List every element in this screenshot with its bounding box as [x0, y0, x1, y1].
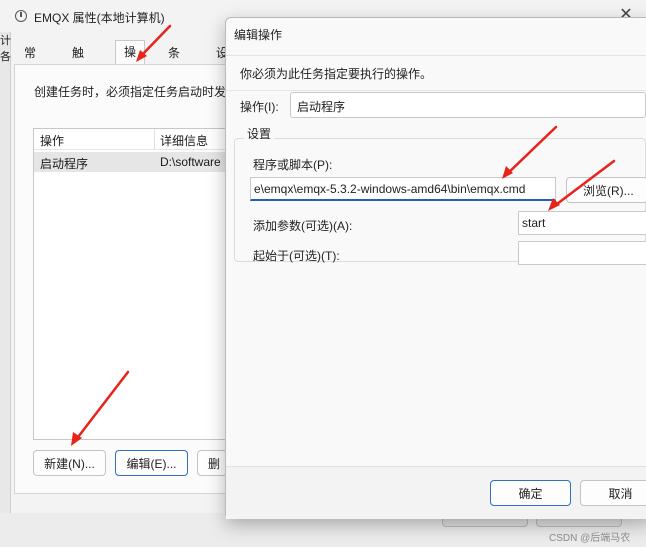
list-header-action[interactable]: 操作 [40, 132, 64, 149]
window-title: EMQX 属性(本地计算机) [34, 11, 165, 25]
left-background-strip: 计 各 [0, 32, 11, 547]
program-path-input[interactable]: e\emqx\emqx-5.3.2-windows-amd64\bin\emqx… [250, 177, 556, 201]
actions-description: 创建任务时，必须指定任务启动时发 [34, 85, 227, 99]
ok-button[interactable]: 确定 [490, 480, 571, 506]
tab-conditions[interactable]: 条件 [160, 42, 188, 82]
tab-general[interactable]: 常规 [16, 42, 44, 82]
actions-list[interactable] [33, 128, 233, 440]
arguments-input[interactable]: start [518, 211, 646, 235]
arguments-label: 添加参数(可选)(A): [253, 219, 353, 233]
tab-actions[interactable]: 操作 [115, 40, 146, 81]
strip-text-1: 计 [0, 35, 11, 47]
settings-group-label: 设置 [244, 125, 275, 142]
edit-action-button[interactable]: 编辑(E)... [115, 450, 188, 476]
strip-text-2: 各 [0, 51, 11, 63]
clock-icon [15, 10, 27, 22]
new-action-button[interactable]: 新建(N)... [33, 450, 106, 476]
dialog-instruction: 你必须为此任务指定要执行的操作。 [240, 67, 433, 81]
row-detail-cell: D:\software [160, 155, 221, 169]
action-select-value: 启动程序 [297, 100, 346, 114]
delete-action-button[interactable]: 删 [197, 450, 227, 476]
tab-triggers[interactable]: 触发器 [64, 42, 92, 104]
browse-button[interactable]: 浏览(R)... [566, 177, 646, 203]
start-in-label: 起始于(可选)(T): [253, 249, 340, 263]
action-select[interactable]: 启动程序 [290, 92, 646, 118]
title-separator [226, 55, 646, 56]
row-action-cell: 启动程序 [40, 157, 89, 171]
dialog-title: 编辑操作 [234, 28, 283, 42]
dialog-footer: 确定 取消 [226, 466, 646, 519]
watermark: CSDN @后端马农 [549, 533, 631, 544]
column-separator[interactable] [154, 129, 155, 149]
dialog-titlebar: 编辑操作 [226, 18, 646, 52]
program-label: 程序或脚本(P): [253, 158, 333, 172]
list-header-details[interactable]: 详细信息 [160, 132, 208, 149]
start-in-input[interactable] [518, 241, 646, 265]
cancel-button[interactable]: 取消 [580, 480, 646, 506]
edit-action-dialog: 编辑操作 你必须为此任务指定要执行的操作。 操作(I): 启动程序 设置 程序或… [225, 17, 646, 519]
action-label: 操作(I): [240, 100, 279, 114]
